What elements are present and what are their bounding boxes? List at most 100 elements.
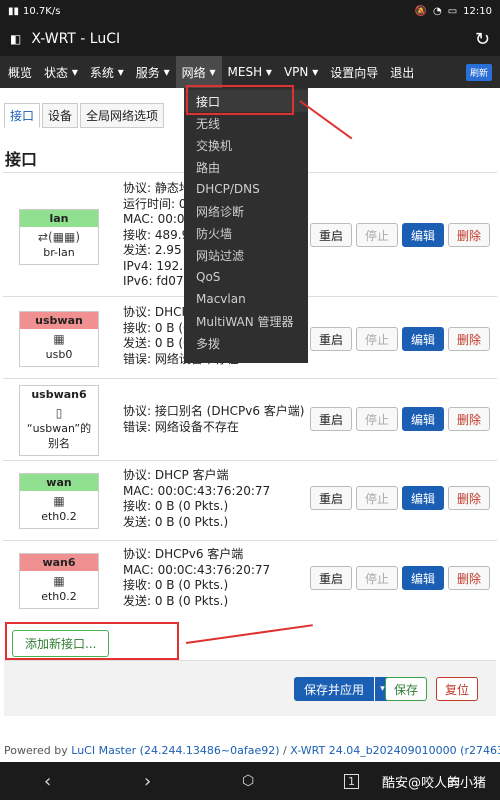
restart-button[interactable]: 重启 <box>310 327 353 351</box>
menu-item-firewall[interactable]: 防火墙 <box>184 222 308 244</box>
menu-item-qos[interactable]: QoS <box>184 266 308 288</box>
network-port-icon: ▦ <box>53 574 65 588</box>
table-row: usbwan6 ▯ “usbwan”的别名 协议: 接口别名 (DHCPv6 客… <box>3 378 497 460</box>
menu-item-wireless[interactable]: 无线 <box>184 112 308 134</box>
stop-button[interactable]: 停止 <box>356 327 399 351</box>
save-button[interactable]: 保存 <box>385 677 428 701</box>
clock: 12:10 <box>463 5 492 17</box>
network-speed: 10.7K/s <box>23 5 61 17</box>
edit-button[interactable]: 编辑 <box>402 566 445 590</box>
browser-bottom-bar: ‹ › ⬡ 1 ≡ 酷安@咬人的小猪 <box>0 762 500 800</box>
reset-button[interactable]: 复位 <box>436 677 479 701</box>
interface-device: eth0.2 <box>41 590 77 603</box>
bridge-icon: ⇄(▦▦) <box>37 230 81 244</box>
nav-system[interactable]: 系统 ▾ <box>84 56 130 88</box>
delete-button[interactable]: 删除 <box>448 407 491 431</box>
edit-button[interactable]: 编辑 <box>402 486 445 510</box>
nav-services[interactable]: 服务 ▾ <box>130 56 176 88</box>
tab-bar: 接口 设备 全局网络选项 <box>4 103 165 128</box>
save-apply-button[interactable]: 保存并应用 <box>294 677 375 701</box>
stop-button[interactable]: 停止 <box>356 486 399 510</box>
interface-info: 协议: DHCPv6 客户端 MAC: 00:0C:43:76:20:77 接收… <box>123 547 271 608</box>
interface-name: wan6 <box>20 554 98 571</box>
menu-item-multiwan[interactable]: MultiWAN 管理器 <box>184 310 308 332</box>
delete-button[interactable]: 删除 <box>448 566 491 590</box>
interface-name: lan <box>20 210 98 227</box>
app-title: X-WRT - LuCI <box>31 31 121 47</box>
nav-status[interactable]: 状态 ▾ <box>38 56 84 88</box>
tab-global-options[interactable]: 全局网络选项 <box>80 103 165 128</box>
restart-button[interactable]: 重启 <box>310 407 353 431</box>
tab-interfaces[interactable]: 接口 <box>4 103 41 128</box>
home-icon[interactable]: ⬡ <box>242 773 254 789</box>
nav-logout[interactable]: 退出 <box>384 56 420 88</box>
nav-mesh[interactable]: MESH ▾ <box>222 56 278 88</box>
page-title: 接口 <box>5 150 38 169</box>
luci-link[interactable]: LuCI Master (24.244.13486~0afae92) <box>71 744 279 757</box>
stop-button[interactable]: 停止 <box>356 223 399 247</box>
watermark: 酷安@咬人的小猪 <box>382 776 487 791</box>
wifi-icon: ◔ <box>432 5 442 17</box>
interface-name: usbwan6 <box>31 388 87 401</box>
menu-item-switch[interactable]: 交换机 <box>184 134 308 156</box>
nav-overview[interactable]: 概览 <box>2 56 38 88</box>
edit-button[interactable]: 编辑 <box>402 223 445 247</box>
refresh-badge[interactable]: 刷新 <box>465 63 492 81</box>
status-bar: ▮▮ 10.7K/s 🔕 ◔ ▭ 12:10 <box>0 0 500 22</box>
delete-button[interactable]: 删除 <box>448 327 491 351</box>
annotation-box-add <box>5 622 179 660</box>
tab-devices[interactable]: 设备 <box>42 103 79 128</box>
signal-icon: ▮▮ <box>8 5 20 17</box>
save-apply-group: 保存并应用 ▾ <box>294 677 391 701</box>
nav-network[interactable]: 网络 ▾ <box>175 56 222 88</box>
chevron-down-icon: ▾ <box>209 65 216 79</box>
restart-button[interactable]: 重启 <box>310 566 353 590</box>
delete-button[interactable]: 删除 <box>448 486 491 510</box>
menu-item-macvlan[interactable]: Macvlan <box>184 288 308 310</box>
interface-info: 协议: 接口别名 (DHCPv6 客户端) 错误: 网络设备不存在 <box>123 404 305 434</box>
menu-item-routes[interactable]: 路由 <box>184 156 308 178</box>
interface-badge-usbwan: usbwan ▦ usb0 <box>19 311 99 367</box>
row-actions: 重启 停止 编辑 删除 <box>310 407 491 431</box>
interface-name: usbwan <box>20 312 98 329</box>
interface-device: br-lan <box>43 246 75 259</box>
chevron-down-icon: ▾ <box>71 65 78 79</box>
main-nav: 概览 状态 ▾ 系统 ▾ 服务 ▾ 网络 ▾ MESH ▾ VPN ▾ 设置向导… <box>0 56 500 88</box>
edit-button[interactable]: 编辑 <box>402 327 445 351</box>
interface-device: “usbwan”的别名 <box>26 422 92 450</box>
network-dropdown-menu: 接口 无线 交换机 路由 DHCP/DNS 网络诊断 防火墙 网站过滤 QoS … <box>184 88 308 363</box>
interface-info: 协议: DHCP 客户端 MAC: 00:0C:43:76:20:77 接收: … <box>123 468 271 529</box>
nav-vpn[interactable]: VPN ▾ <box>278 56 324 88</box>
chevron-down-icon: ▾ <box>312 65 319 79</box>
delete-button[interactable]: 删除 <box>448 223 491 247</box>
network-port-icon: ▦ <box>53 494 65 508</box>
chevron-down-icon: ▾ <box>163 65 170 79</box>
table-row: wan ▦ eth0.2 协议: DHCP 客户端 MAC: 00:0C:43:… <box>3 460 497 540</box>
edit-button[interactable]: 编辑 <box>402 407 445 431</box>
stop-button[interactable]: 停止 <box>356 407 399 431</box>
annotation-arrow-add <box>185 624 313 644</box>
back-icon[interactable]: ‹ <box>44 771 51 792</box>
xwrt-link[interactable]: X-WRT 24.04_b202409010000 (r27463+1- <box>290 744 500 757</box>
sidebar-toggle-icon[interactable]: ◧ <box>10 32 21 46</box>
nav-setup-wizard[interactable]: 设置向导 <box>324 56 384 88</box>
menu-item-dhcp-dns[interactable]: DHCP/DNS <box>184 178 308 200</box>
forward-icon[interactable]: › <box>144 771 151 792</box>
interface-badge-wan6: wan6 ▦ eth0.2 <box>19 553 99 609</box>
battery-icon: ▭ <box>447 5 458 17</box>
interface-name: wan <box>20 474 98 491</box>
menu-item-multidial[interactable]: 多拨 <box>184 332 308 354</box>
restart-button[interactable]: 重启 <box>310 486 353 510</box>
network-port-icon: ▦ <box>53 332 65 346</box>
table-row: wan6 ▦ eth0.2 协议: DHCPv6 客户端 MAC: 00:0C:… <box>3 540 497 622</box>
interface-device: eth0.2 <box>41 510 77 523</box>
chevron-down-icon: ▾ <box>265 65 272 79</box>
restart-button[interactable]: 重启 <box>310 223 353 247</box>
stop-button[interactable]: 停止 <box>356 566 399 590</box>
tabs-count-icon[interactable]: 1 <box>344 773 359 789</box>
interface-device: usb0 <box>45 348 73 361</box>
menu-item-diagnostics[interactable]: 网络诊断 <box>184 200 308 222</box>
menu-item-web-filter[interactable]: 网站过滤 <box>184 244 308 266</box>
mute-icon: 🔕 <box>414 5 427 17</box>
reload-icon[interactable]: ↻ <box>475 29 490 50</box>
